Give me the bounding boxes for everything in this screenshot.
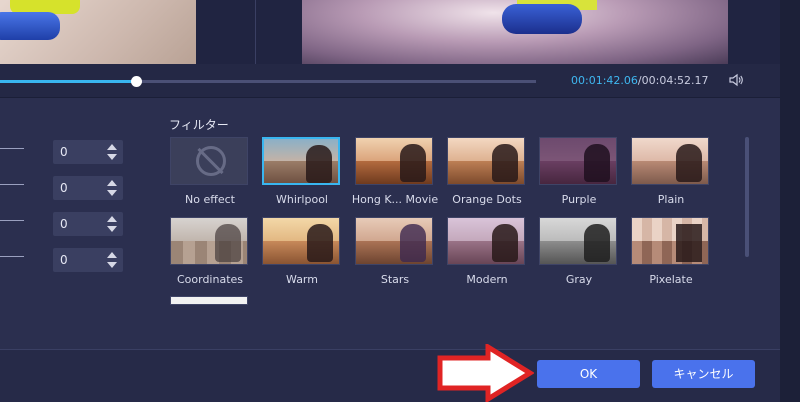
filter-label: Warm <box>286 273 318 286</box>
progress-track[interactable] <box>0 76 536 87</box>
progress-handle[interactable] <box>130 76 142 87</box>
filter-warm[interactable]: Warm <box>262 217 342 289</box>
stepper-value: 0 <box>60 181 68 195</box>
filter-modern[interactable]: Modern <box>447 217 527 289</box>
stepper-down-icon[interactable] <box>107 154 117 160</box>
filter-thumbnail <box>539 137 617 185</box>
filter-thumbnail-selected <box>262 137 340 185</box>
filter-thumbnail <box>631 137 709 185</box>
red-arrow-annotation <box>437 344 534 402</box>
filter-thumbnail-partial[interactable] <box>170 296 248 305</box>
filter-thumbnail <box>631 217 709 265</box>
adjust-slider[interactable] <box>0 220 24 221</box>
filter-pixelate[interactable]: Pixelate <box>631 217 711 289</box>
time-readout: 00:01:42.06/00:04:52.17 <box>571 74 709 87</box>
total-time: 00:04:52.17 <box>641 74 709 87</box>
ok-button[interactable]: OK <box>537 360 640 388</box>
stepper-up-icon[interactable] <box>107 252 117 258</box>
adjust-stepper[interactable]: 0 <box>53 212 123 236</box>
filter-label: Pixelate <box>649 273 693 286</box>
filter-thumbnail <box>447 137 525 185</box>
filter-gray[interactable]: Gray <box>539 217 619 289</box>
stepper-value: 0 <box>60 217 68 231</box>
stepper-up-icon[interactable] <box>107 216 117 222</box>
filter-coordinates[interactable]: Coordinates <box>170 217 250 289</box>
stepper-down-icon[interactable] <box>107 190 117 196</box>
speaker-icon[interactable] <box>728 72 744 88</box>
cancel-button[interactable]: キャンセル <box>652 360 755 388</box>
filter-section-title: フィルター <box>169 118 229 132</box>
filter-label: Plain <box>657 193 685 206</box>
filter-no-effect[interactable]: No effect <box>170 137 250 209</box>
stepper-up-icon[interactable] <box>107 180 117 186</box>
playback-timeline: 00:01:42.06/00:04:52.17 <box>0 64 780 98</box>
filter-stars[interactable]: Stars <box>355 217 435 289</box>
filter-whirlpool[interactable]: Whirlpool <box>262 137 342 209</box>
stepper-up-icon[interactable] <box>107 144 117 150</box>
filter-hong-kong-movie[interactable]: Hong K... Movie <box>352 137 438 209</box>
filter-thumbnail <box>355 217 433 265</box>
filter-purple[interactable]: Purple <box>539 137 619 209</box>
adjust-stepper[interactable]: 0 <box>53 140 123 164</box>
stepper-value: 0 <box>60 253 68 267</box>
preview-divider <box>255 0 256 64</box>
filter-thumbnail <box>262 217 340 265</box>
filter-thumbnail <box>355 137 433 185</box>
filter-label: Whirlpool <box>276 193 328 206</box>
progress-fill <box>0 80 136 83</box>
filter-scrollbar[interactable] <box>745 137 749 257</box>
filter-thumbnail <box>170 217 248 265</box>
adjust-stepper[interactable]: 0 <box>53 248 123 272</box>
current-time: 00:01:42.06 <box>571 74 638 87</box>
filter-orange-dots[interactable]: Orange Dots <box>447 137 527 209</box>
preview-area <box>0 0 780 64</box>
stepper-value: 0 <box>60 145 68 159</box>
adjust-stepper[interactable]: 0 <box>53 176 123 200</box>
filter-thumbnail <box>447 217 525 265</box>
adjust-slider[interactable] <box>0 184 24 185</box>
filter-thumbnail <box>170 137 248 185</box>
filter-thumbnail <box>539 217 617 265</box>
adjust-slider[interactable] <box>0 148 24 149</box>
stepper-down-icon[interactable] <box>107 262 117 268</box>
original-preview <box>0 0 196 64</box>
filter-plain[interactable]: Plain <box>631 137 711 209</box>
stepper-down-icon[interactable] <box>107 226 117 232</box>
window-edge <box>780 0 800 402</box>
filtered-preview <box>302 0 728 64</box>
adjust-slider[interactable] <box>0 256 24 257</box>
